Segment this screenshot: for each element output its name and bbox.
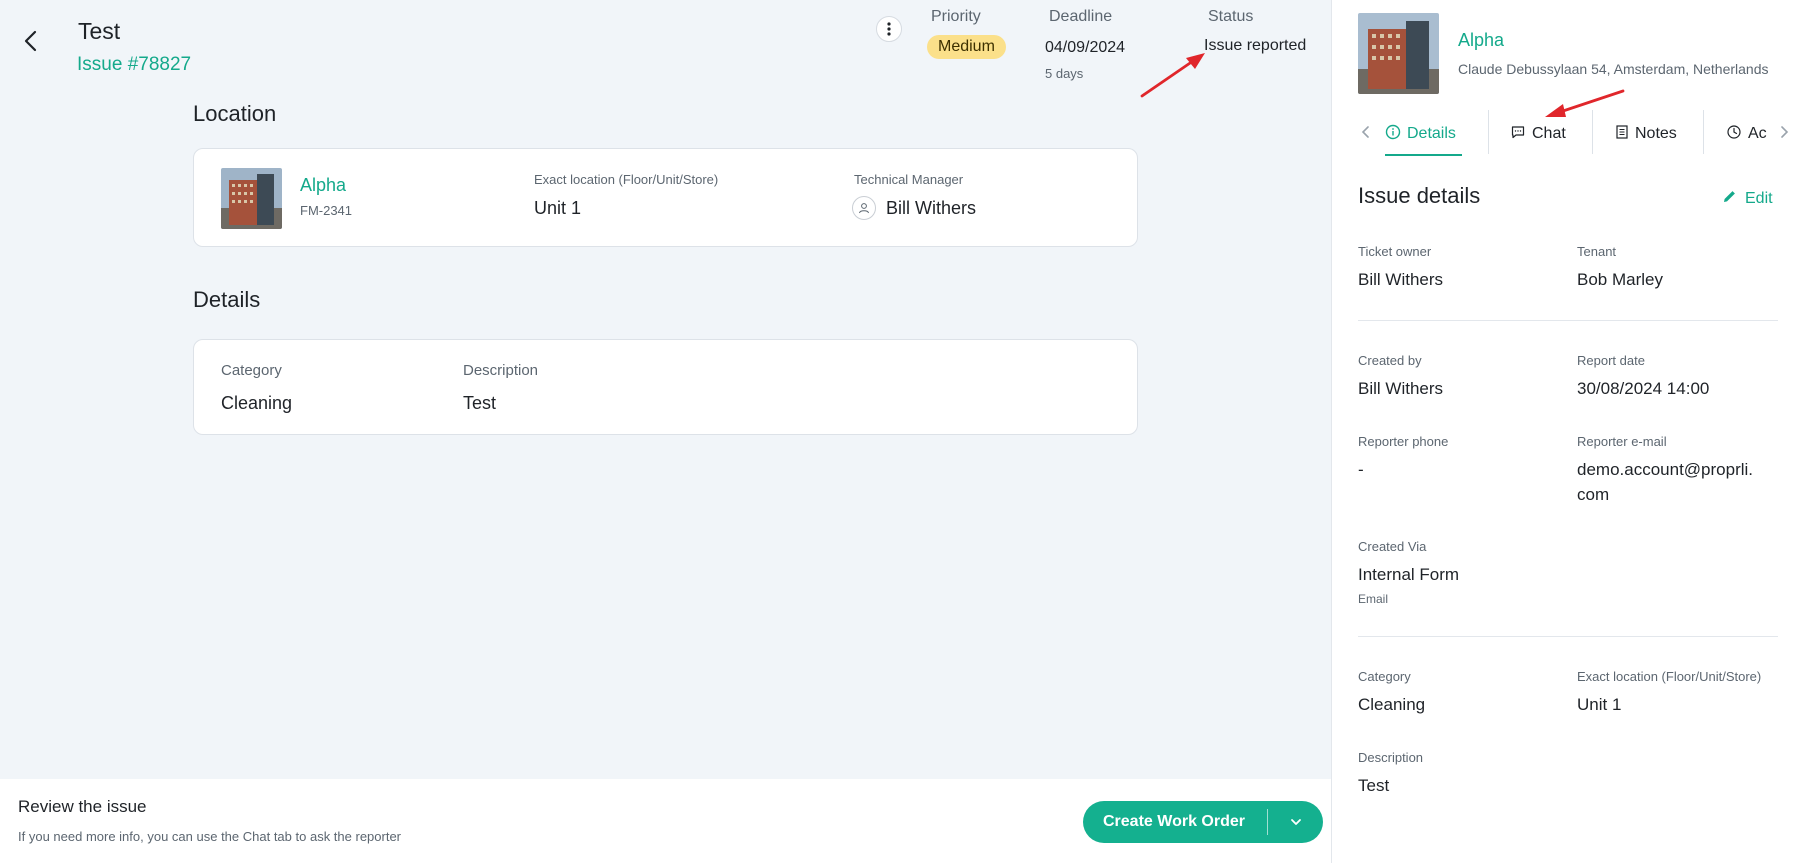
user-icon	[852, 196, 876, 220]
tab-separator	[1488, 110, 1489, 154]
reporter-phone-label: Reporter phone	[1358, 434, 1449, 449]
report-date-label: Report date	[1577, 353, 1645, 368]
footer-subtitle: If you need more info, you can use the C…	[18, 829, 402, 844]
sidebar-category-label: Category	[1358, 669, 1411, 684]
sidebar-tabs: Details Chat Notes Ac	[1332, 110, 1801, 158]
report-date-value: 30/08/2024 14:00	[1577, 379, 1710, 398]
tab-separator	[1703, 110, 1704, 154]
back-arrow-icon[interactable]	[18, 28, 44, 54]
ticket-owner-label: Ticket owner	[1358, 244, 1432, 259]
technical-manager-label: Technical Manager	[854, 172, 964, 187]
tabs-scroll-left-icon[interactable]	[1358, 124, 1374, 140]
ticket-owner-value: Bill Withers	[1358, 270, 1444, 289]
info-icon	[1385, 124, 1401, 145]
tab-separator	[1592, 110, 1593, 154]
location-card: Alpha FM-2341 Exact location (Floor/Unit…	[193, 148, 1138, 247]
edit-label: Edit	[1745, 190, 1773, 207]
sidebar-description-label: Description	[1358, 750, 1424, 765]
status-label: Status	[1208, 8, 1254, 25]
exact-location-value: Unit 1	[534, 198, 582, 218]
footer-title: Review the issue	[18, 797, 147, 816]
edit-button[interactable]: Edit	[1722, 189, 1773, 209]
section-divider	[1358, 320, 1778, 321]
reporter-email-line-2: com	[1577, 485, 1610, 504]
deadline-label: Deadline	[1049, 8, 1113, 25]
tab-details-label: Details	[1407, 125, 1456, 142]
tabs-scroll-right-icon[interactable]	[1776, 124, 1792, 140]
property-thumbnail	[221, 168, 282, 229]
priority-badge: Medium	[927, 35, 1006, 59]
chevron-down-icon[interactable]	[1268, 801, 1323, 843]
sidebar-exact-location-value: Unit 1	[1577, 695, 1622, 714]
pencil-icon	[1722, 189, 1737, 209]
sidebar-property-name-link[interactable]: Alpha	[1458, 30, 1504, 51]
chat-icon	[1510, 124, 1526, 145]
status-value[interactable]: Issue reported	[1204, 37, 1306, 55]
tab-details[interactable]: Details	[1385, 110, 1456, 158]
created-by-value: Bill Withers	[1358, 379, 1444, 398]
active-tab-indicator	[1385, 154, 1462, 156]
tenant-value: Bob Marley	[1577, 270, 1663, 289]
sidebar-exact-location-label: Exact location (Floor/Unit/Store)	[1577, 669, 1762, 684]
issue-main-panel: Test Issue #78827 Priority Medium Deadli…	[0, 0, 1331, 863]
reporter-email-line-1: demo.account@proprli.	[1577, 460, 1754, 479]
details-section-title: Details	[193, 287, 261, 312]
deadline-value: 04/09/2024	[1045, 39, 1126, 56]
sidebar-category-value: Cleaning	[1358, 695, 1426, 714]
created-via-sub: Email	[1358, 592, 1389, 606]
description-value: Test	[463, 393, 497, 413]
property-code: FM-2341	[300, 203, 353, 218]
review-footer: Review the issue If you need more info, …	[0, 779, 1331, 863]
property-name-link[interactable]: Alpha	[300, 175, 346, 196]
created-via-value: Internal Form	[1358, 565, 1460, 584]
tab-notes-label: Notes	[1635, 125, 1677, 142]
description-label: Description	[463, 362, 539, 379]
tab-activity[interactable]: Ac	[1726, 110, 1767, 158]
tab-chat[interactable]: Chat	[1510, 110, 1566, 158]
category-value: Cleaning	[221, 393, 293, 413]
section-divider	[1358, 636, 1778, 637]
technical-manager-value: Bill Withers	[886, 198, 977, 218]
tenant-label: Tenant	[1577, 244, 1617, 259]
page-title: Test	[78, 18, 121, 44]
create-work-order-button[interactable]: Create Work Order	[1083, 801, 1323, 843]
sidebar-description-value: Test	[1358, 776, 1390, 795]
location-section-title: Location	[193, 101, 277, 126]
more-options-icon[interactable]	[876, 16, 902, 42]
tab-chat-label: Chat	[1532, 125, 1566, 142]
category-label: Category	[221, 362, 282, 379]
created-via-label: Created Via	[1358, 539, 1427, 554]
deadline-remaining: 5 days	[1045, 66, 1084, 81]
reporter-phone-value: -	[1358, 460, 1364, 479]
exact-location-label: Exact location (Floor/Unit/Store)	[534, 172, 719, 187]
property-photo	[1358, 13, 1439, 94]
created-by-label: Created by	[1358, 353, 1422, 368]
notes-icon	[1615, 124, 1629, 145]
tab-notes[interactable]: Notes	[1615, 110, 1677, 158]
clock-icon	[1726, 124, 1742, 145]
issue-number: Issue #78827	[77, 54, 192, 75]
issue-sidebar: Alpha Claude Debussylaan 54, Amsterdam, …	[1331, 0, 1801, 863]
tab-activity-label: Ac	[1748, 125, 1767, 142]
reporter-email-label: Reporter e-mail	[1577, 434, 1667, 449]
sidebar-property-address: Claude Debussylaan 54, Amsterdam, Nether…	[1458, 61, 1769, 77]
issue-details-title: Issue details	[1358, 183, 1481, 208]
create-work-order-label[interactable]: Create Work Order	[1083, 801, 1267, 843]
details-card: Category Cleaning Description Test	[193, 339, 1138, 435]
priority-label: Priority	[931, 8, 981, 25]
